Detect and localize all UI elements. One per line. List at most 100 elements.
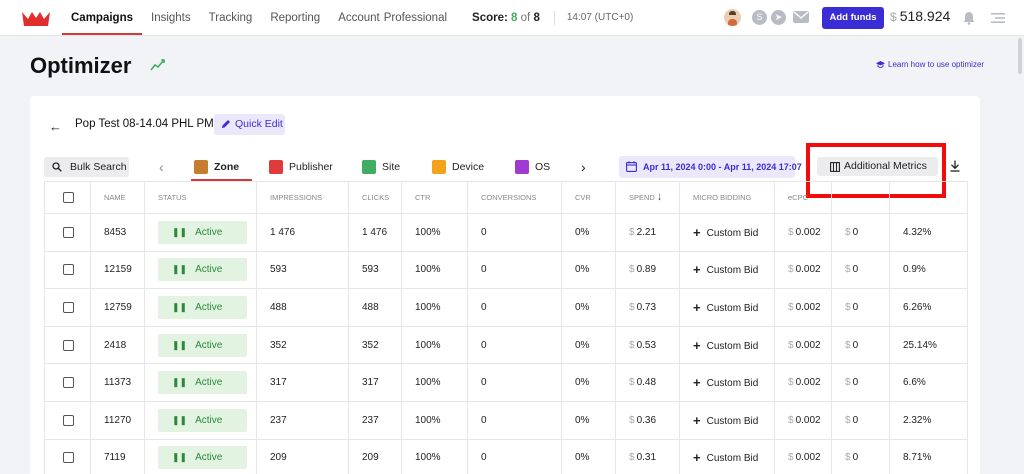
manager-avatar[interactable] [724, 9, 741, 26]
brand-logo[interactable] [22, 10, 50, 26]
row-checkbox[interactable] [63, 452, 74, 464]
score-indicator[interactable]: Score: 8 of 8 [456, 0, 548, 36]
table-row[interactable]: 11373 ❚❚ Active 317 317 100% 0 0% $0.48 + Custom B… [44, 363, 968, 402]
column-header[interactable]: CONVERSIONS [467, 181, 562, 214]
currency-sign: $ [629, 377, 635, 389]
bell-icon[interactable] [962, 11, 976, 25]
status-label: Active [195, 264, 223, 276]
custom-bid-button[interactable]: + Custom Bid [693, 375, 758, 390]
row-checkbox[interactable] [63, 377, 74, 389]
table-row[interactable]: 11270 ❚❚ Active 237 237 100% 0 0% $0.36 + Custom B… [44, 400, 968, 440]
row-checkbox[interactable] [63, 226, 74, 238]
zone-icon [194, 160, 208, 174]
cvr-cell: 0% [561, 213, 616, 252]
page-scrollbar[interactable] [1016, 36, 1024, 474]
ecpc-value: 0.002 [795, 339, 821, 351]
tab-os[interactable]: OS [515, 155, 550, 180]
conversions-cell: 0 [467, 400, 562, 440]
add-funds-button[interactable]: Add funds [822, 7, 884, 29]
impressions-cell: 593 [256, 250, 349, 290]
publisher-icon [269, 160, 283, 174]
learn-optimizer-link[interactable]: Learn how to use optimizer [876, 60, 984, 69]
row-checkbox[interactable] [63, 339, 74, 351]
column-header[interactable] [831, 181, 890, 214]
nav-account-plan: Professional [383, 12, 448, 24]
custom-bid-button[interactable]: + Custom Bid [693, 413, 758, 428]
quick-edit-label: Quick Edit [235, 118, 283, 130]
column-header[interactable]: NAME [90, 181, 145, 214]
status-badge[interactable]: ❚❚ Active [158, 295, 247, 319]
back-arrow-icon[interactable]: ← [49, 119, 62, 134]
zone-name: 11373 [90, 363, 145, 402]
status-badge[interactable]: ❚❚ Active [158, 408, 247, 432]
column-header[interactable]: CLICKS [348, 181, 402, 214]
tab-publisher[interactable]: Publisher [269, 155, 333, 180]
row-checkbox[interactable] [63, 264, 74, 276]
column-header-spend[interactable]: SPEND 🠓 [615, 181, 680, 214]
status-badge[interactable]: ❚❚ Active [158, 220, 247, 244]
row-checkbox[interactable] [63, 414, 74, 426]
status-label: Active [195, 339, 223, 351]
download-icon[interactable] [950, 160, 960, 172]
custom-bid-label: Custom Bid [706, 227, 759, 239]
table-row[interactable]: 8453 ❚❚ Active 1 476 1 476 100% 0 0% $2.21 + Custo… [44, 213, 968, 252]
custom-bid-button[interactable]: + Custom Bid [693, 262, 758, 277]
status-badge[interactable]: ❚❚ Active [158, 333, 247, 357]
column-header[interactable]: CVR [561, 181, 616, 214]
tab-device[interactable]: Device [432, 155, 484, 180]
custom-bid-button[interactable]: + Custom Bid [693, 338, 758, 353]
tabs-prev-icon[interactable]: ‹ [159, 159, 164, 175]
checkbox[interactable] [63, 192, 74, 203]
table-row[interactable]: 2418 ❚❚ Active 352 352 100% 0 0% $0.53 + Custom Bi… [44, 325, 968, 365]
metric-value: 0 [852, 414, 859, 426]
nav-insights[interactable]: Insights [142, 0, 200, 36]
select-all-checkbox[interactable] [44, 181, 91, 214]
nav-campaigns[interactable]: Campaigns [62, 0, 142, 36]
row-checkbox[interactable] [63, 301, 74, 313]
cvr-cell: 0% [561, 325, 616, 365]
trend-chart-icon [150, 59, 165, 71]
micro-bidding-cell: + Custom Bid [679, 400, 775, 440]
percent-cell: 0.9% [889, 250, 968, 290]
mail-icon[interactable] [793, 11, 809, 23]
bulk-search-button[interactable]: Bulk Search [44, 157, 129, 177]
date-range-picker[interactable]: Apr 11, 2024 0:00 - Apr 11, 2024 17:07 [619, 156, 802, 178]
nav-account[interactable]: Account Professional [329, 0, 456, 36]
metric-value: 0 [852, 301, 859, 313]
conversions-cell: 0 [467, 213, 562, 252]
status-badge[interactable]: ❚❚ Active [158, 258, 247, 282]
micro-bidding-cell: + Custom Bid [679, 250, 775, 290]
column-header[interactable]: MICRO BIDDING [679, 181, 775, 214]
table-row[interactable]: 12759 ❚❚ Active 488 488 100% 0 0% $0.73 + Custom B… [44, 288, 968, 327]
clicks-cell: 593 [348, 250, 402, 290]
micro-bidding-cell: + Custom Bid [679, 363, 775, 402]
currency-sign: $ [845, 301, 851, 313]
column-header[interactable]: IMPRESSIONS [256, 181, 349, 214]
menu-icon[interactable] [991, 12, 1005, 24]
quick-edit-button[interactable]: Quick Edit [214, 114, 285, 135]
column-header[interactable]: CTR [401, 181, 468, 214]
custom-bid-button[interactable]: + Custom Bid [693, 225, 759, 240]
status-badge[interactable]: ❚❚ Active [158, 371, 247, 395]
ecpc-cell: $0.002 [774, 288, 832, 327]
table-row[interactable]: 12159 ❚❚ Active 593 593 100% 0 0% $0.89 + Custom B… [44, 250, 968, 290]
skype-icon[interactable]: S [752, 10, 767, 25]
status-badge[interactable]: ❚❚ Active [158, 446, 247, 470]
nav-tracking[interactable]: Tracking [200, 0, 262, 36]
ctr-cell: 100% [401, 250, 468, 290]
tab-site[interactable]: Site [362, 155, 400, 180]
column-header[interactable]: eCPC [774, 181, 832, 214]
table-row[interactable]: 7119 ❚❚ Active 209 209 100% 0 0% $0.31 + Custom Bi… [44, 438, 968, 474]
scrollbar-thumb[interactable] [1018, 38, 1022, 74]
column-header[interactable] [889, 181, 968, 214]
nav-reporting[interactable]: Reporting [261, 0, 329, 36]
tab-zone[interactable]: Zone [194, 155, 239, 180]
custom-bid-button[interactable]: + Custom Bid [693, 300, 758, 315]
ecpc-cell: $0.002 [774, 363, 832, 402]
custom-bid-button[interactable]: + Custom Bid [693, 450, 758, 465]
metric-cell: $0 [831, 363, 890, 402]
column-header[interactable]: STATUS [144, 181, 257, 214]
telegram-icon[interactable]: ➤ [771, 10, 786, 25]
graduation-cap-icon [876, 61, 885, 68]
tabs-next-icon[interactable]: › [581, 159, 586, 175]
